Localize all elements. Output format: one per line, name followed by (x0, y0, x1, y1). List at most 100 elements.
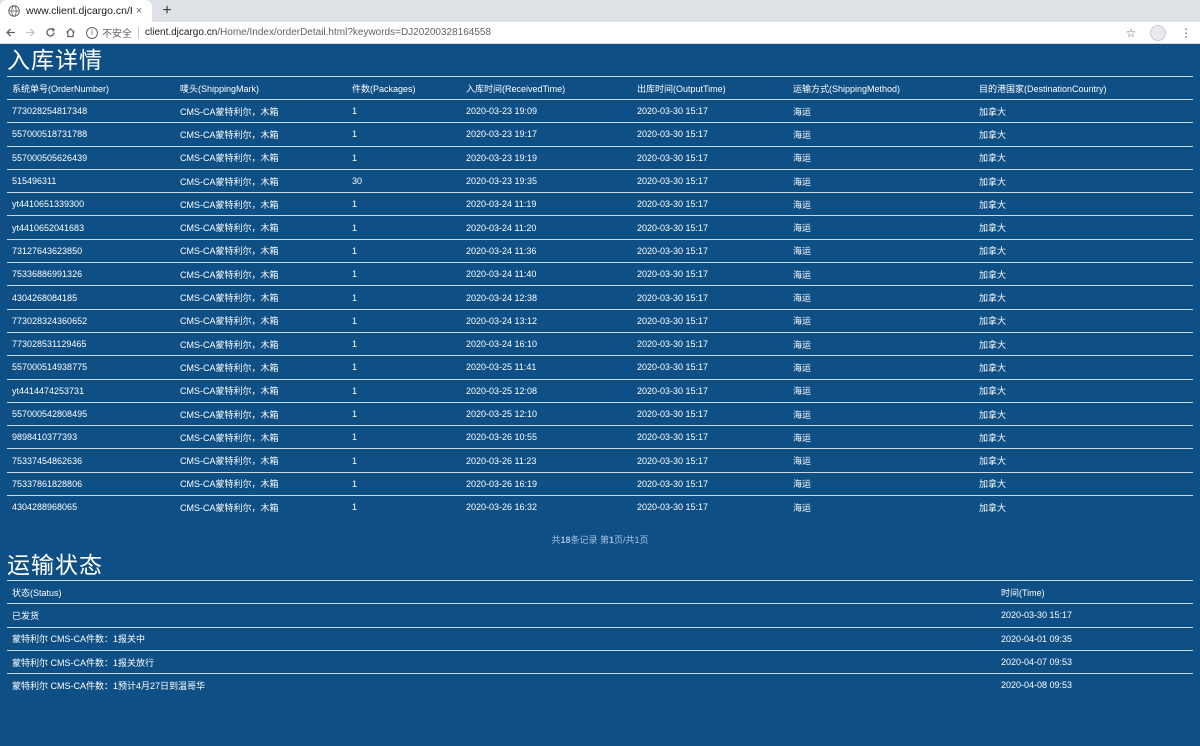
address-bar[interactable]: i 不安全 client.djcargo.cn/Home/Index/order… (86, 23, 1116, 42)
table-cell: CMS-CA蒙特利尔，木箱 (175, 168, 347, 193)
table-cell: CMS-CA蒙特利尔，木箱 (175, 122, 347, 147)
table-cell: 1 (347, 331, 461, 356)
table-cell: 加拿大 (974, 331, 1193, 356)
table-cell: 2020-03-25 11:41 (461, 355, 632, 380)
table-cell: 75337861828806 (7, 471, 175, 496)
table-cell: 已发货 (7, 603, 996, 628)
table-row: 蒙特利尔 CMS-CA件数：1报关放行 2020-04-07 09:53 (7, 649, 1193, 674)
table-cell: 2020-03-30 15:17 (632, 98, 788, 123)
table-cell: 773028254817348 (7, 98, 175, 123)
table-cell: 海运 (788, 448, 974, 473)
arrow-right-icon (25, 28, 35, 37)
table-row: yt4410652041683 CMS-CA蒙特利尔，木箱 1 2020-03-24 … (7, 215, 1193, 240)
table-row: 557000518731788 CMS-CA蒙特利尔，木箱 1 2020-03-23 … (7, 122, 1193, 147)
table-row: 9898410377393 CMS-CA蒙特利尔，木箱 1 2020-03-26 10… (7, 425, 1193, 449)
table-cell: 1 (347, 285, 461, 310)
table-cell: 加拿大 (974, 355, 1193, 380)
table-cell: 773028531129465 (7, 331, 175, 356)
back-button[interactable] (0, 22, 20, 44)
table-cell: CMS-CA蒙特利尔，木箱 (175, 401, 347, 426)
table-cell: 海运 (788, 168, 974, 193)
table-row: 73127643623850 CMS-CA蒙特利尔，木箱 1 2020-03-24 1… (7, 238, 1193, 263)
table-row: 75337861828806 CMS-CA蒙特利尔，木箱 1 2020-03-26 1… (7, 471, 1193, 496)
security-label: 不安全 (102, 29, 132, 40)
table-cell: yt4414474253731 (7, 378, 175, 403)
browser-toolbar: i 不安全 client.djcargo.cn/Home/Index/order… (0, 22, 1200, 44)
browser-tab[interactable]: www.client.djcargo.cn/Home/I × (0, 0, 152, 22)
table-cell: 2020-03-30 15:17 (632, 238, 788, 263)
table-cell: CMS-CA蒙特利尔，木箱 (175, 192, 347, 216)
bookmark-star-icon[interactable]: ☆ (1120, 26, 1142, 40)
table-cell: 557000518731788 (7, 122, 175, 147)
table-cell: 2020-03-30 15:17 (632, 285, 788, 310)
column-header: 目的港国家(DestinationCountry) (974, 76, 1193, 100)
page-content: 入库详情 系统单号(OrderNumber) 唛头(ShippingMark) … (0, 44, 1200, 697)
table-cell: 773028324360652 (7, 308, 175, 333)
table-row: 773028531129465 CMS-CA蒙特利尔，木箱 1 2020-03-24 … (7, 331, 1193, 356)
table-header-row: 状态(Status) 时间(Time) (7, 580, 1193, 604)
profile-avatar[interactable] (1150, 24, 1166, 41)
table-row: 773028324360652 CMS-CA蒙特利尔，木箱 1 2020-03-24 … (7, 308, 1193, 333)
forward-button[interactable] (20, 22, 40, 44)
table-cell: 2020-03-30 15:17 (632, 471, 788, 496)
column-header: 出库时间(OutputTime) (632, 76, 788, 100)
table-cell: 30 (347, 168, 461, 193)
table-cell: 2020-03-25 12:10 (461, 401, 632, 426)
table-header-row: 系统单号(OrderNumber) 唛头(ShippingMark) 件数(Pa… (7, 76, 1193, 100)
table-cell: 2020-03-24 11:20 (461, 215, 632, 240)
receipt-section-title: 入库详情 (7, 47, 103, 73)
table-cell: 2020-03-24 11:19 (461, 192, 632, 216)
table-cell: 1 (347, 145, 461, 170)
table-cell: 加拿大 (974, 262, 1193, 286)
reload-icon (45, 27, 55, 37)
table-cell: 海运 (788, 122, 974, 147)
table-cell: 蒙特利尔 CMS-CA件数：1报关放行 (7, 649, 996, 674)
table-cell: 加拿大 (974, 471, 1193, 496)
url-host: client.djcargo.cn (145, 27, 218, 38)
table-row: 4304288968065 CMS-CA蒙特利尔，木箱 1 2020-03-26 16… (7, 495, 1193, 519)
table-cell: 1 (347, 425, 461, 449)
table-row: 557000542808495 CMS-CA蒙特利尔，木箱 1 2020-03-25 … (7, 401, 1193, 426)
table-cell: 海运 (788, 308, 974, 333)
table-cell: 蒙特利尔 CMS-CA件数：1预计4月27日到温哥华 (7, 673, 996, 697)
table-cell: 2020-03-23 19:17 (461, 122, 632, 147)
table-cell: 2020-03-26 10:55 (461, 425, 632, 449)
column-header: 件数(Packages) (347, 76, 461, 100)
table-cell: 1 (347, 215, 461, 240)
table-cell: yt4410651339300 (7, 192, 175, 216)
table-cell: 海运 (788, 285, 974, 310)
table-cell: 2020-03-24 13:12 (461, 308, 632, 333)
table-cell: 加拿大 (974, 145, 1193, 170)
column-header: 运输方式(ShippingMethod) (788, 76, 974, 100)
table-row: 已发货 2020-03-30 15:17 (7, 603, 1193, 628)
column-header: 时间(Time) (996, 580, 1193, 604)
table-row: yt4410651339300 CMS-CA蒙特利尔，木箱 1 2020-03-24 … (7, 192, 1193, 216)
table-cell: 加拿大 (974, 495, 1193, 519)
home-button[interactable] (60, 22, 80, 44)
column-header: 入库时间(ReceivedTime) (461, 76, 632, 100)
pagination-info: 共18条记录 第1页/共1页 (7, 530, 1193, 550)
table-cell: 1 (347, 262, 461, 286)
reload-button[interactable] (40, 22, 60, 44)
table-cell: 海运 (788, 471, 974, 496)
info-icon[interactable]: i (86, 26, 98, 39)
table-cell: 海运 (788, 331, 974, 356)
table-cell: 2020-03-23 19:35 (461, 168, 632, 193)
table-cell: 1 (347, 238, 461, 263)
transport-table: 状态(Status) 时间(Time) 已发货 2020-03-30 15:17 蒙… (7, 580, 1193, 697)
new-tab-button[interactable]: + (156, 0, 178, 22)
table-cell: 2020-04-08 09:53 (996, 673, 1193, 697)
table-cell: 2020-03-30 15:17 (632, 425, 788, 449)
pager-suffix: 页/共1页 (614, 535, 649, 546)
table-cell: 1 (347, 495, 461, 519)
table-cell: CMS-CA蒙特利尔，木箱 (175, 98, 347, 123)
table-cell: 1 (347, 308, 461, 333)
table-cell: 1 (347, 448, 461, 473)
table-cell: 2020-03-30 15:17 (996, 603, 1193, 628)
table-cell: 557000514938775 (7, 355, 175, 380)
table-cell: CMS-CA蒙特利尔，木箱 (175, 448, 347, 473)
tab-close-icon[interactable]: × (132, 5, 146, 17)
table-cell: 2020-03-30 15:17 (632, 122, 788, 147)
table-cell: CMS-CA蒙特利尔，木箱 (175, 331, 347, 356)
menu-dots-icon[interactable]: ⋮ (1178, 26, 1194, 40)
